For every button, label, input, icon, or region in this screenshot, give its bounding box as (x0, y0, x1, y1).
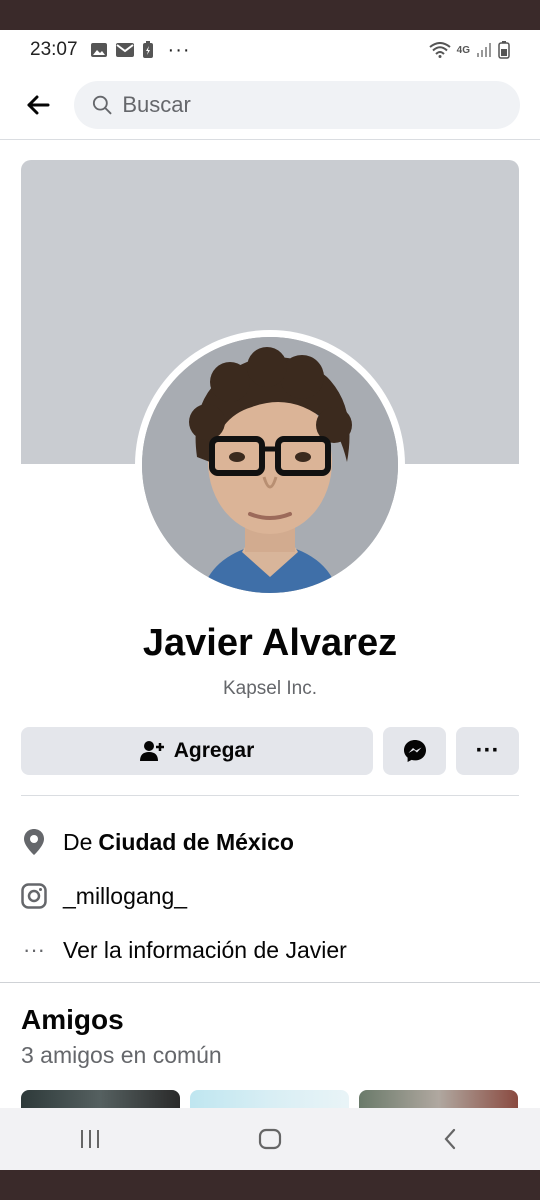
profile-info: De Ciudad de México _millogang_ ··· Ver … (21, 815, 519, 977)
instagram-icon (21, 883, 47, 909)
search-input[interactable] (122, 91, 502, 118)
more-icon: ··· (475, 737, 500, 764)
info-row-location: De Ciudad de México (21, 815, 519, 869)
system-icons: 4G (429, 41, 510, 59)
image-icon (90, 43, 107, 57)
profile-actions: Agregar ··· (21, 727, 519, 775)
location-pin-icon (21, 829, 47, 855)
home-button[interactable] (240, 1119, 300, 1159)
status-time: 23:07 (30, 39, 78, 60)
more-notifications-icon: ··· (167, 38, 191, 61)
status-bar: 23:07 ··· 4G (0, 30, 540, 70)
top-bar (0, 70, 540, 140)
friends-title: Amigos (21, 1004, 124, 1035)
message-button[interactable] (383, 727, 446, 775)
back-nav-button[interactable] (420, 1119, 480, 1159)
notification-icons: ··· (90, 39, 191, 62)
recent-apps-icon (81, 1130, 99, 1148)
screen: 23:07 ··· 4G Buscar Javier Alvarez Kapse… (0, 30, 540, 1170)
friend-thumbnail[interactable] (21, 1090, 180, 1110)
battery-icon (498, 41, 510, 59)
mutual-friends-count[interactable]: 3 amigos en común (21, 1042, 222, 1069)
location-value[interactable]: Ciudad de México (98, 829, 294, 856)
mail-icon (115, 43, 134, 57)
ellipsis-icon: ··· (23, 937, 45, 962)
network-type-label: 4G (456, 44, 470, 56)
back-arrow-icon (27, 95, 50, 114)
battery-saver-icon (142, 41, 153, 58)
add-friend-label: Agregar (173, 739, 255, 762)
profile-name: Javier Alvarez (142, 622, 398, 664)
friends-thumbnails (21, 1090, 519, 1110)
profile-photo (142, 337, 398, 593)
instagram-handle: _millogang_ (63, 882, 188, 909)
home-icon (258, 1128, 282, 1150)
profile-picture-frame (135, 330, 405, 600)
signal-icon (477, 43, 491, 57)
search-icon (92, 95, 112, 114)
info-row-more[interactable]: ··· Ver la información de Javier (21, 923, 519, 977)
more-options-button[interactable]: ··· (456, 727, 519, 775)
system-navigation-bar (0, 1108, 540, 1170)
divider (21, 795, 519, 796)
friend-thumbnail[interactable] (190, 1090, 349, 1110)
profile-picture[interactable] (142, 337, 398, 593)
info-row-instagram[interactable]: _millogang_ (21, 869, 519, 923)
recent-apps-button[interactable] (60, 1119, 120, 1159)
location-prefix: De (63, 828, 93, 855)
wifi-icon (429, 42, 451, 58)
see-info-link: Ver la información de Javier (63, 936, 347, 963)
chevron-left-icon (444, 1128, 456, 1150)
messenger-icon (403, 740, 426, 762)
add-friend-icon (139, 741, 164, 761)
back-button[interactable] (20, 87, 56, 123)
search-bar[interactable] (74, 80, 520, 129)
profile-subtitle: Kapsel Inc. (223, 678, 317, 699)
section-separator (0, 982, 540, 983)
add-friend-button[interactable]: Agregar (21, 727, 373, 775)
friend-thumbnail[interactable] (359, 1090, 518, 1110)
